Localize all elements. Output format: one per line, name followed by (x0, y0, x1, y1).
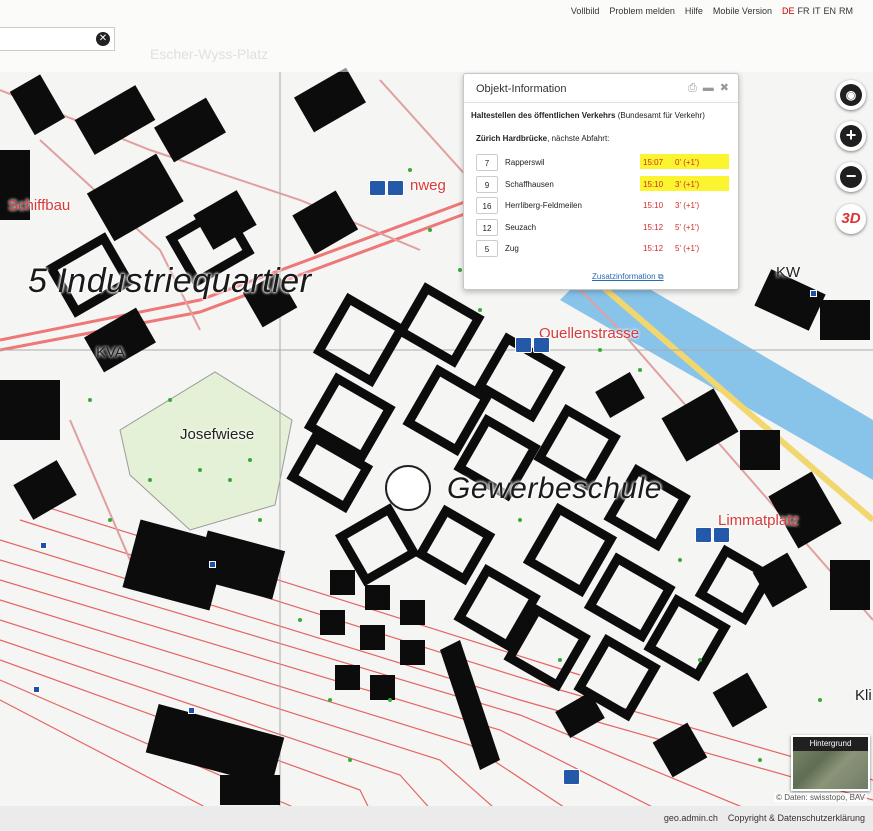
help-link[interactable]: Hilfe (685, 6, 703, 16)
departures-table: 7 Rapperswil 15:07 0' (+1') 9 Schaffhausen 15:… (476, 153, 729, 261)
map-canvas[interactable]: Escher-Wyss-Platz 5 Industriequartier Ge… (0, 0, 873, 831)
departure-row: 16 Herrliberg-Feldmeilen 15:10 3' (+1') (476, 196, 726, 218)
3d-button[interactable]: 3D (836, 204, 866, 234)
lang-it[interactable]: IT (812, 6, 820, 16)
bus-stop-marker[interactable] (188, 707, 195, 714)
departure-time: 15:12 (643, 244, 664, 253)
zoom-out-button[interactable]: − (836, 162, 866, 192)
popup-header: Objekt-Information ⎙ ▬ ✖ (464, 74, 738, 103)
departure-delay: 3' (+1') (675, 179, 700, 189)
language-switcher: DE FR IT EN RM (782, 6, 853, 16)
minimize-icon[interactable]: ▬ (703, 82, 714, 94)
target-icon: ◉ (840, 84, 862, 106)
stop-suffix: , nächste Abfahrt: (547, 134, 610, 143)
departure-destination: Seuzach (505, 222, 537, 232)
close-icon[interactable]: ✕ (96, 32, 110, 46)
tram-stop-marker[interactable] (369, 180, 404, 196)
report-problem-link[interactable]: Problem melden (609, 6, 675, 16)
geo-admin-link[interactable]: geo.admin.ch (664, 813, 718, 823)
popup-title: Objekt-Information (476, 83, 567, 95)
departure-delay: 3' (+1') (675, 201, 700, 210)
close-icon[interactable]: ✖ (720, 82, 729, 94)
bus-stop-marker[interactable] (33, 686, 40, 693)
plus-icon: + (840, 125, 862, 147)
search-input[interactable] (4, 29, 98, 51)
departure-destination: Rapperswil (505, 158, 545, 167)
layer-source: (Bundesamt für Verkehr) (617, 111, 705, 120)
layer-name: Haltestellen des öffentlichen Verkehrs (471, 111, 616, 120)
departure-delay: 5' (+1') (675, 244, 700, 253)
departure-destination: Zug (505, 244, 519, 253)
departure-delay: 0' (+1') (675, 158, 700, 167)
stop-line: Zürich Hardbrücke, nächste Abfahrt: (476, 134, 609, 143)
departure-line-badge: 7 (476, 154, 498, 171)
lang-rm[interactable]: RM (839, 6, 853, 16)
popup-tools: ⎙ ▬ ✖ (688, 82, 729, 94)
bus-stop-marker[interactable] (810, 290, 817, 297)
object-info-popup: Objekt-Information ⎙ ▬ ✖ Haltestellen de… (463, 73, 739, 290)
bottom-bar: geo.admin.ch Copyright & Datenschutzerkl… (0, 806, 873, 831)
more-info-link[interactable]: Zusatzinformation ⧉ (592, 272, 664, 282)
departure-destination: Herrliberg-Feldmeilen (505, 201, 582, 210)
bus-stop-marker[interactable] (209, 561, 216, 568)
fullscreen-link[interactable]: Vollbild (571, 6, 600, 16)
map-graphic[interactable] (0, 0, 873, 831)
lang-fr[interactable]: FR (797, 6, 809, 16)
footer-links: geo.admin.ch Copyright & Datenschutzerkl… (664, 813, 865, 823)
tram-stop-marker[interactable] (563, 769, 580, 785)
minus-icon: − (840, 166, 862, 188)
background-switcher[interactable]: Hintergrund (791, 735, 870, 791)
departure-row: 9 Schaffhausen 15:10 3' (+1') (476, 175, 729, 197)
stop-name: Zürich Hardbrücke (476, 134, 548, 143)
departure-line-badge: 16 (476, 197, 498, 214)
3d-label: 3D (840, 208, 862, 230)
departure-delay: 5' (+1') (675, 222, 700, 232)
departure-time: 15:10 (643, 179, 664, 189)
lang-de[interactable]: DE (782, 6, 795, 16)
departure-destination: Schaffhausen (505, 179, 554, 189)
top-bar: ✕ Vollbild Problem melden Hilfe Mobile V… (0, 0, 873, 72)
map-attribution: © Daten: swisstopo, BAV (774, 793, 867, 802)
departure-time: 15:12 (643, 222, 664, 232)
lang-en[interactable]: EN (823, 6, 836, 16)
search-box[interactable]: ✕ (0, 27, 115, 51)
departure-time: 15:10 (643, 201, 664, 210)
locate-button[interactable]: ◉ (836, 80, 866, 110)
departure-row: 5 Zug 15:12 5' (+1') (476, 239, 726, 261)
mobile-version-link[interactable]: Mobile Version (713, 6, 772, 16)
departure-line-badge: 9 (476, 175, 498, 193)
background-label: Hintergrund (793, 737, 868, 751)
departure-line-badge: 5 (476, 240, 498, 257)
departure-line-badge: 12 (476, 218, 498, 236)
layer-line: Haltestellen des öffentlichen Verkehrs (… (471, 111, 705, 120)
copyright-link[interactable]: Copyright & Datenschutzerklärung (728, 813, 865, 823)
print-icon[interactable]: ⎙ (688, 82, 697, 94)
top-links: Vollbild Problem melden Hilfe Mobile Ver… (571, 6, 853, 16)
bus-stop-marker[interactable] (40, 542, 47, 549)
zoom-in-button[interactable]: + (836, 121, 866, 151)
departure-row: 12 Seuzach 15:12 5' (+1') (476, 218, 726, 240)
departure-time: 15:07 (643, 158, 664, 167)
tram-stop-marker[interactable] (695, 527, 730, 543)
tram-stop-marker[interactable] (515, 337, 550, 353)
departure-row: 7 Rapperswil 15:07 0' (+1') (476, 153, 729, 175)
